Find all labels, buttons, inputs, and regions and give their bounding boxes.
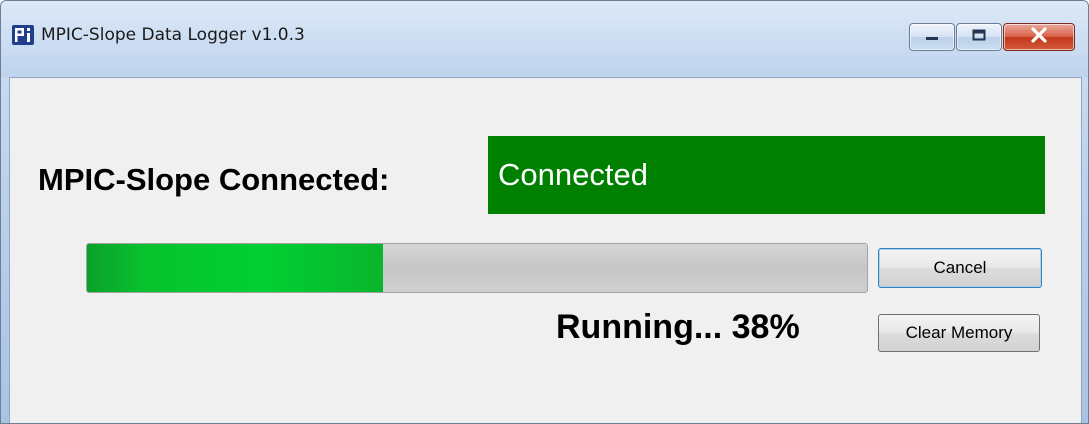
connection-label: MPIC-Slope Connected:: [38, 162, 390, 197]
progress-bar: [86, 243, 868, 293]
connection-status-field: Connected: [488, 136, 1045, 214]
connection-status-text: Connected: [498, 157, 648, 192]
minimize-button[interactable]: [909, 23, 955, 51]
app-window: MPIC-Slope Data Logger v1.0.3 MPIC-Slope…: [0, 0, 1089, 424]
minimize-icon: [924, 28, 940, 46]
title-bar[interactable]: MPIC-Slope Data Logger v1.0.3: [1, 1, 1088, 77]
running-status-text: Running... 38%: [556, 308, 800, 346]
close-button[interactable]: [1003, 23, 1075, 51]
client-area: MPIC-Slope Connected: Connected Cancel R…: [9, 77, 1082, 423]
maximize-icon: [971, 28, 987, 47]
app-icon: [11, 23, 35, 47]
clear-memory-button[interactable]: Clear Memory: [878, 314, 1040, 352]
progress-bar-fill: [87, 244, 384, 292]
close-icon: [1030, 26, 1048, 48]
window-title: MPIC-Slope Data Logger v1.0.3: [41, 25, 305, 45]
maximize-button[interactable]: [956, 23, 1002, 51]
cancel-button[interactable]: Cancel: [878, 248, 1042, 288]
